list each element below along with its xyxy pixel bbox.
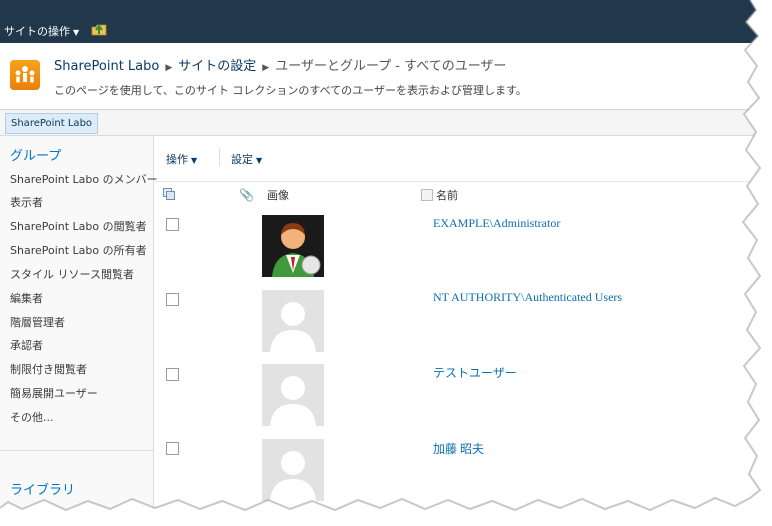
page-title: ユーザーとグループ - すべてのユーザー bbox=[275, 59, 507, 74]
attachment-icon: 📎 bbox=[239, 188, 254, 202]
page-description: このページを使用して、このサイト コレクションのすべてのユーザーを表示および管理… bbox=[54, 84, 527, 97]
top-nav-item-home[interactable]: SharePoint Labo bbox=[5, 113, 99, 134]
user-link[interactable]: NT AUTHORITY\Authenticated Users bbox=[433, 290, 622, 305]
quick-launch-divider bbox=[0, 450, 153, 451]
quick-launch-item[interactable]: 制限付き閲覧者 bbox=[10, 361, 87, 377]
quick-launch-item[interactable]: 編集者 bbox=[10, 290, 43, 306]
quick-launch-item[interactable]: 階層管理者 bbox=[10, 314, 65, 330]
row-checkbox[interactable] bbox=[166, 442, 179, 455]
toolbar-divider bbox=[155, 181, 772, 182]
sharepoint-window: サイトの操作 ▼ SharePoint Labo ▶ サイトの設定 ▶ ユーザーとグループ… bbox=[0, 0, 772, 526]
quick-launch-item[interactable]: SharePoint Labo の閲覧者 bbox=[10, 218, 147, 234]
breadcrumb-site-settings-link[interactable]: サイトの設定 bbox=[178, 59, 256, 74]
actions-label: 操作 bbox=[166, 153, 188, 166]
breadcrumb-separator-icon: ▶ bbox=[262, 63, 270, 73]
user-link[interactable]: テストユーザー bbox=[433, 364, 517, 381]
quick-launch-item[interactable]: SharePoint Labo の所有者 bbox=[10, 242, 147, 258]
chevron-down-icon: ▼ bbox=[191, 156, 198, 165]
chevron-down-icon: ▼ bbox=[73, 28, 80, 37]
select-all-icon[interactable] bbox=[163, 188, 175, 200]
site-logo-icon[interactable] bbox=[10, 60, 40, 90]
title-area: SharePoint Labo ▶ サイトの設定 ▶ ユーザーとグループ - すべてのユ… bbox=[0, 43, 772, 110]
navigate-up-icon[interactable] bbox=[91, 22, 107, 36]
quick-launch: グループ SharePoint Labo のメンバー 表示者 SharePoin… bbox=[0, 136, 158, 526]
toolbar-divider bbox=[219, 148, 220, 166]
default-avatar bbox=[262, 290, 324, 352]
default-avatar bbox=[262, 364, 324, 426]
site-actions-label: サイトの操作 bbox=[4, 25, 70, 38]
site-actions-menu[interactable]: サイトの操作 ▼ bbox=[4, 23, 79, 39]
breadcrumb-separator-icon: ▶ bbox=[165, 63, 173, 73]
user-link[interactable]: 加藤 昭夫 bbox=[433, 440, 484, 457]
settings-label: 設定 bbox=[231, 153, 253, 166]
user-link[interactable]: EXAMPLE\Administrator bbox=[433, 216, 560, 231]
quick-launch-item-more[interactable]: その他... bbox=[10, 409, 54, 425]
settings-menu-button[interactable]: 設定 ▼ bbox=[231, 151, 262, 167]
breadcrumb: SharePoint Labo ▶ サイトの設定 ▶ ユーザーとグループ - すべてのユ… bbox=[54, 55, 506, 74]
top-link-bar: SharePoint Labo bbox=[0, 110, 772, 136]
quick-launch-item[interactable]: 簡易展開ユーザー bbox=[10, 385, 98, 401]
quick-launch-heading-groups[interactable]: グループ bbox=[10, 145, 61, 164]
quick-launch-item[interactable]: 表示者 bbox=[10, 194, 43, 210]
breadcrumb-site-link[interactable]: SharePoint Labo bbox=[54, 59, 159, 74]
row-checkbox[interactable] bbox=[166, 368, 179, 381]
column-header-name[interactable]: 名前 bbox=[436, 187, 458, 203]
row-checkbox[interactable] bbox=[166, 293, 179, 306]
chevron-down-icon: ▼ bbox=[256, 156, 263, 165]
default-avatar bbox=[262, 439, 324, 501]
administrator-avatar bbox=[262, 215, 324, 277]
actions-menu-button[interactable]: 操作 ▼ bbox=[166, 151, 197, 167]
ribbon-bar: サイトの操作 ▼ bbox=[0, 0, 772, 44]
name-column-checkbox[interactable] bbox=[421, 189, 433, 201]
quick-launch-heading-libraries[interactable]: ライブラリ bbox=[10, 479, 75, 498]
quick-launch-item[interactable]: SharePoint Labo のメンバー bbox=[10, 171, 158, 187]
column-header-picture[interactable]: 画像 bbox=[267, 187, 289, 203]
row-checkbox[interactable] bbox=[166, 218, 179, 231]
quick-launch-item[interactable]: スタイル リソース閲覧者 bbox=[10, 266, 134, 282]
quick-launch-item[interactable]: 承認者 bbox=[10, 337, 43, 353]
